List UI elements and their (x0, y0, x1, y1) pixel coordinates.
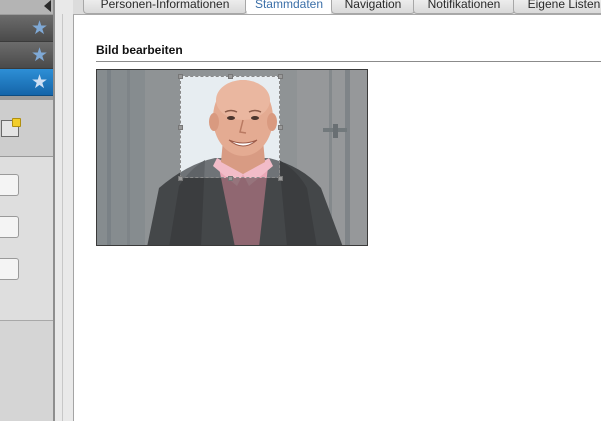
sidebar-field[interactable] (0, 216, 19, 238)
tab-notifikationen[interactable]: Notifikationen (413, 0, 515, 14)
tab-personen-informationen[interactable]: Personen-Informationen (83, 0, 247, 14)
sidebar-item-2[interactable]: ★ (0, 42, 55, 69)
collapse-sidebar-icon[interactable] (44, 0, 51, 12)
sidebar-toolbar (0, 100, 55, 157)
sidebar-header (0, 0, 55, 14)
profile-photo-editor[interactable] (96, 69, 368, 246)
sidebar-item-3-active[interactable]: ★ (0, 69, 55, 96)
sidebar-fields (0, 157, 55, 321)
tab-navigation[interactable]: Navigation (331, 0, 415, 14)
frame-gutter (55, 0, 74, 421)
section-divider (96, 61, 601, 62)
crop-handle-bottom-right[interactable] (278, 176, 283, 181)
crop-handle-top-right[interactable] (278, 74, 283, 79)
tab-stammdaten[interactable]: Stammdaten (245, 0, 333, 14)
crop-shade (97, 76, 180, 178)
star-icon[interactable]: ★ (31, 17, 48, 39)
star-icon[interactable]: ★ (31, 71, 48, 93)
crop-shade (280, 76, 367, 178)
sidebar: ★ ★ ★ (0, 0, 55, 421)
crop-shade (97, 178, 367, 245)
crop-handle-top[interactable] (228, 74, 233, 79)
tab-bar: Personen-Informationen Stammdaten Naviga… (73, 0, 601, 15)
sidebar-item-1[interactable]: ★ (0, 15, 55, 42)
sidebar-footer (0, 321, 55, 421)
add-folder-icon[interactable] (1, 118, 21, 137)
crop-handle-left[interactable] (178, 125, 183, 130)
tab-eigene-listen[interactable]: Eigene Listen (513, 0, 601, 14)
sidebar-field[interactable] (0, 174, 19, 196)
content-panel: Bild bearbeiten (74, 15, 601, 421)
crop-selection[interactable] (180, 76, 280, 178)
crop-handle-top-left[interactable] (178, 74, 183, 79)
sidebar-field[interactable] (0, 258, 19, 280)
crop-handle-bottom-left[interactable] (178, 176, 183, 181)
crop-handle-right[interactable] (278, 125, 283, 130)
section-title: Bild bearbeiten (96, 43, 183, 57)
star-icon[interactable]: ★ (31, 44, 48, 66)
crop-handle-bottom[interactable] (228, 176, 233, 181)
